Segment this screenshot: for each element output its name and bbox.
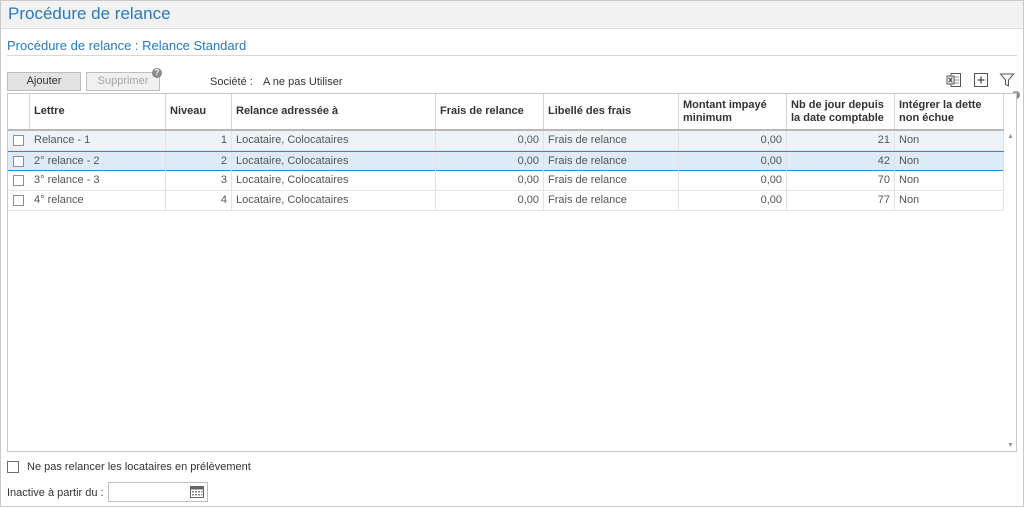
- table-row[interactable]: 4° relance 4 Locataire, Colocataires 0,0…: [8, 191, 1004, 211]
- header-montant[interactable]: Montant impayé minimum: [679, 94, 787, 129]
- cell-niveau: 1: [166, 131, 232, 150]
- cell-integrer: Non: [895, 131, 1004, 150]
- cell-frais: 0,00: [436, 152, 544, 171]
- cell-relance-adressee: Locataire, Colocataires: [232, 152, 436, 171]
- table-row[interactable]: 3° relance - 3 3 Locataire, Colocataires…: [8, 171, 1004, 191]
- help-icon[interactable]: ?: [152, 68, 162, 78]
- title-bar: Procédure de relance: [1, 1, 1023, 29]
- delete-button[interactable]: Supprimer: [86, 72, 160, 91]
- header-libelle[interactable]: Libellé des frais: [544, 94, 679, 129]
- cell-libelle: Frais de relance: [544, 152, 679, 171]
- divider: [7, 55, 1017, 56]
- cell-lettre: 2° relance - 2: [30, 152, 166, 171]
- cell-relance-adressee: Locataire, Colocataires: [232, 171, 436, 190]
- page-subtitle: Procédure de relance : Relance Standard: [7, 38, 247, 53]
- filter-icon[interactable]: [999, 72, 1015, 88]
- cell-integrer: Non: [895, 191, 1004, 210]
- row-checkbox[interactable]: [13, 156, 24, 167]
- header-relance-adressee[interactable]: Relance adressée à: [232, 94, 436, 129]
- excel-export-icon[interactable]: [946, 72, 962, 88]
- cell-niveau: 4: [166, 191, 232, 210]
- header-nb-jour[interactable]: Nb de jour depuis la date comptable: [787, 94, 895, 129]
- scroll-up-icon[interactable]: ▲: [1007, 133, 1014, 140]
- cell-montant: 0,00: [679, 131, 787, 150]
- inactive-date-label: Inactive à partir du :: [7, 487, 104, 499]
- relance-grid: Lettre Niveau Relance adressée à Frais d…: [7, 93, 1017, 452]
- row-checkbox[interactable]: [13, 175, 24, 186]
- scroll-down-icon[interactable]: ▼: [1007, 442, 1014, 449]
- add-column-icon[interactable]: [973, 72, 989, 88]
- cell-lettre: Relance - 1: [30, 131, 166, 150]
- cell-libelle: Frais de relance: [544, 171, 679, 190]
- cell-integrer: Non: [895, 152, 1004, 171]
- cell-frais: 0,00: [436, 131, 544, 150]
- cell-libelle: Frais de relance: [544, 191, 679, 210]
- calendar-icon[interactable]: [190, 485, 204, 498]
- cell-montant: 0,00: [679, 171, 787, 190]
- cell-niveau: 3: [166, 171, 232, 190]
- header-lettre[interactable]: Lettre: [30, 94, 166, 129]
- cell-nb-jour: 42: [787, 152, 895, 171]
- row-checkbox[interactable]: [13, 135, 24, 146]
- cell-frais: 0,00: [436, 191, 544, 210]
- table-row[interactable]: Relance - 1 1 Locataire, Colocataires 0,…: [8, 131, 1004, 151]
- header-select-column: [8, 94, 30, 129]
- cell-lettre: 3° relance - 3: [30, 171, 166, 190]
- cell-nb-jour: 70: [787, 171, 895, 190]
- societe-value: A ne pas Utiliser: [263, 76, 343, 88]
- header-frais[interactable]: Frais de relance: [436, 94, 544, 129]
- grid-header: Lettre Niveau Relance adressée à Frais d…: [8, 94, 1004, 131]
- cell-frais: 0,00: [436, 171, 544, 190]
- cell-libelle: Frais de relance: [544, 131, 679, 150]
- table-row-selected[interactable]: 2° relance - 2 2 Locataire, Colocataires…: [8, 151, 1004, 171]
- societe-label: Société :: [210, 76, 253, 88]
- header-integrer[interactable]: Intégrer la dette non échue: [895, 94, 1004, 129]
- cell-nb-jour: 21: [787, 131, 895, 150]
- add-button[interactable]: Ajouter: [7, 72, 81, 91]
- cell-montant: 0,00: [679, 152, 787, 171]
- header-niveau[interactable]: Niveau: [166, 94, 232, 129]
- cell-montant: 0,00: [679, 191, 787, 210]
- no-direct-debit-checkbox[interactable]: [7, 461, 19, 473]
- row-checkbox[interactable]: [13, 195, 24, 206]
- window-title: Procédure de relance: [8, 4, 171, 23]
- cell-niveau: 2: [166, 152, 232, 171]
- cell-lettre: 4° relance: [30, 191, 166, 210]
- cell-relance-adressee: Locataire, Colocataires: [232, 131, 436, 150]
- grid-scrollbar[interactable]: ▲ ▼: [1004, 131, 1016, 451]
- cell-integrer: Non: [895, 171, 1004, 190]
- cell-nb-jour: 77: [787, 191, 895, 210]
- no-direct-debit-label: Ne pas relancer les locataires en prélèv…: [27, 461, 251, 473]
- cell-relance-adressee: Locataire, Colocataires: [232, 191, 436, 210]
